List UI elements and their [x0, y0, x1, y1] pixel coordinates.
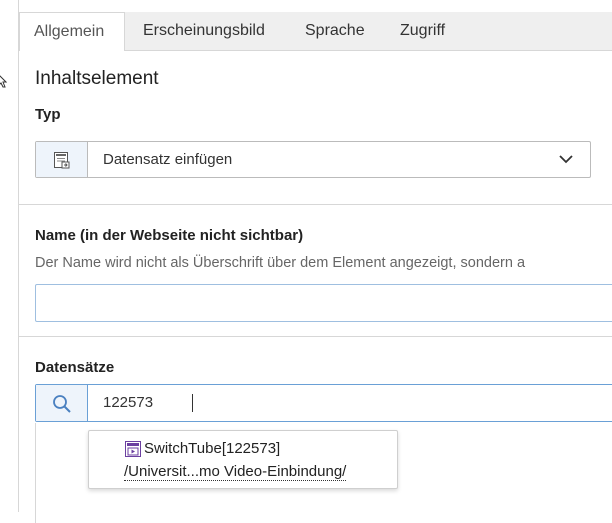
search-result-title: SwitchTube[122573] [144, 440, 281, 457]
search-result-item[interactable]: SwitchTube[122573] /Universit...mo Video… [88, 430, 398, 489]
tab-erscheinungsbild[interactable]: Erscheinungsbild [129, 12, 279, 50]
switchtube-record-icon [125, 441, 141, 457]
section-divider [19, 336, 612, 337]
chevron-down-icon [559, 155, 573, 164]
tab-allgemein[interactable]: Allgemein [19, 12, 125, 51]
name-field-label: Name (in der Webseite nicht sichtbar) [35, 227, 304, 244]
tab-zugriff[interactable]: Zugriff [386, 12, 459, 50]
type-select-value: Datensatz einfügen [103, 151, 233, 168]
search-result-path: /Universit...mo Video-Einbindung/ [124, 463, 347, 481]
section-title: Inhaltselement [35, 68, 159, 89]
tab-bar: Allgemein Erscheinungsbild Sprache Zugri… [19, 12, 612, 51]
content-element-form: Allgemein Erscheinungsbild Sprache Zugri… [18, 0, 612, 523]
records-field-label: Datensätze [35, 359, 115, 376]
search-icon [53, 395, 71, 413]
type-select[interactable]: Datensatz einfügen [35, 141, 591, 178]
tab-sprache[interactable]: Sprache [291, 12, 379, 50]
mouse-cursor-icon [0, 75, 7, 88]
text-caret [192, 394, 193, 412]
search-icon-addon [36, 385, 88, 421]
type-field-label: Typ [35, 106, 61, 123]
name-input[interactable] [35, 284, 612, 322]
name-field-help: Der Name wird nicht als Überschrift über… [35, 255, 526, 271]
type-select-icon-addon [36, 142, 88, 177]
records-search-value[interactable]: 122573 [103, 385, 153, 421]
records-search-input[interactable]: 122573 [35, 384, 612, 422]
section-divider [19, 204, 612, 205]
record-insert-icon [54, 152, 70, 169]
